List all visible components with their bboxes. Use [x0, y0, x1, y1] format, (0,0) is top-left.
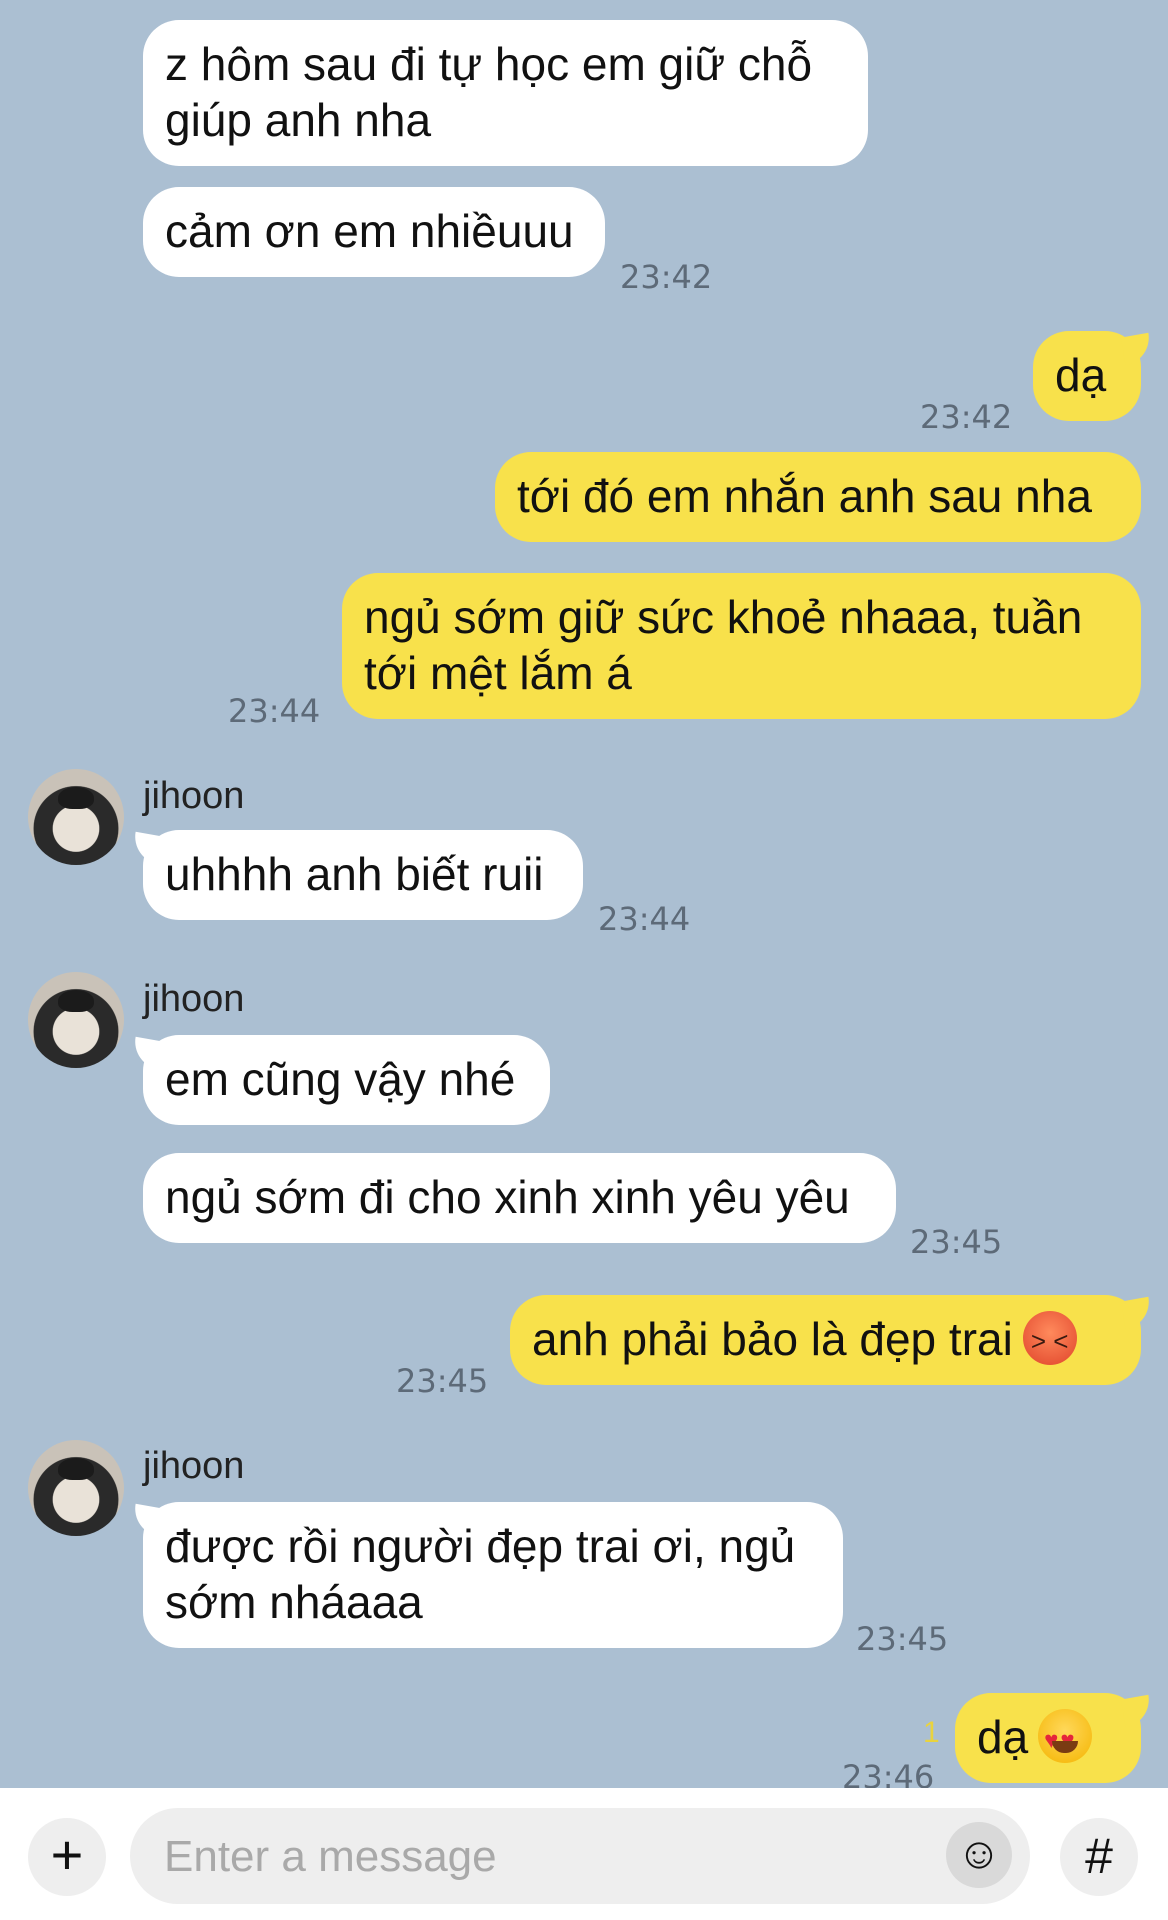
message-text: anh phải bảo là đẹp trai [532, 1313, 1013, 1365]
message-bubble[interactable]: dạ [955, 1693, 1141, 1783]
message-text: ngủ sớm giữ sức khoẻ nhaaa, tuần tới mệt… [364, 591, 1083, 699]
emoji-button[interactable]: ☺ [946, 1822, 1012, 1888]
hash-icon: # [1085, 1828, 1113, 1884]
message-bubble[interactable]: ngủ sớm đi cho xinh xinh yêu yêu [143, 1153, 896, 1243]
message-text: dạ [1055, 349, 1107, 401]
message-time: 23:42 [620, 258, 713, 296]
message-time: 23:45 [856, 1620, 949, 1658]
avatar[interactable] [28, 1440, 124, 1536]
message-time: 23:45 [396, 1362, 489, 1400]
plus-icon: + [50, 1823, 84, 1886]
message-time: 23:45 [910, 1223, 1003, 1261]
message-bubble[interactable]: được rồi người đẹp trai ơi, ngủ sớm nháa… [143, 1502, 843, 1648]
message-text: được rồi người đẹp trai ơi, ngủ sớm nháa… [165, 1520, 796, 1628]
message-time: 23:42 [920, 398, 1013, 436]
unread-count: 1 [923, 1716, 940, 1749]
sender-name: jihoon [143, 775, 245, 817]
smiley-icon: ☺ [956, 1829, 1002, 1878]
message-time: 23:44 [598, 900, 691, 938]
add-attachment-button[interactable]: + [28, 1818, 106, 1896]
message-input[interactable] [162, 1808, 946, 1906]
message-text: ngủ sớm đi cho xinh xinh yêu yêu [165, 1171, 850, 1223]
message-text: dạ [977, 1711, 1029, 1763]
message-text: uhhhh anh biết ruii [165, 848, 544, 900]
message-text: cảm ơn em nhiềuuu [165, 205, 574, 257]
message-time: 23:44 [228, 692, 321, 730]
hashtag-button[interactable]: # [1060, 1818, 1138, 1896]
angry-face-emoji [1022, 1311, 1077, 1369]
message-bubble[interactable]: em cũng vậy nhé [143, 1035, 550, 1125]
message-text: tới đó em nhắn anh sau nha [517, 470, 1092, 522]
avatar[interactable] [28, 972, 124, 1068]
message-input-bar: + ☺ # [0, 1788, 1168, 1920]
sender-name: jihoon [143, 1445, 245, 1487]
sender-name: jihoon [143, 978, 245, 1020]
message-bubble[interactable]: dạ [1033, 331, 1141, 421]
message-text: z hôm sau đi tự học em giữ chỗ giúp anh … [165, 38, 813, 146]
heart-eyes-emoji [1038, 1709, 1093, 1769]
chat-area[interactable]: z hôm sau đi tự học em giữ chỗ giúp anh … [0, 0, 1168, 1796]
message-bubble[interactable]: ngủ sớm giữ sức khoẻ nhaaa, tuần tới mệt… [342, 573, 1141, 719]
message-text: em cũng vậy nhé [165, 1053, 516, 1105]
message-bubble[interactable]: z hôm sau đi tự học em giữ chỗ giúp anh … [143, 20, 868, 166]
message-bubble[interactable]: uhhhh anh biết ruii [143, 830, 583, 920]
avatar[interactable] [28, 769, 124, 865]
message-bubble[interactable]: tới đó em nhắn anh sau nha [495, 452, 1141, 542]
message-bubble[interactable]: cảm ơn em nhiềuuu [143, 187, 605, 277]
message-bubble[interactable]: anh phải bảo là đẹp trai [510, 1295, 1141, 1385]
message-input-container[interactable]: ☺ [130, 1808, 1030, 1906]
